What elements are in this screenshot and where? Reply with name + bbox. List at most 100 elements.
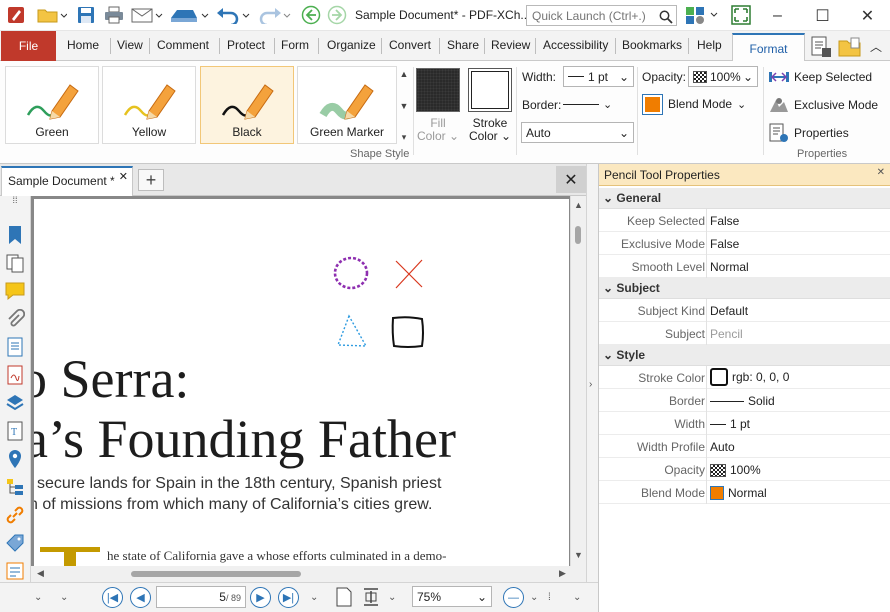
section-general[interactable]: ⌄ General — [599, 188, 890, 209]
vertical-scrollbar[interactable]: ▲ ▼ — [570, 196, 586, 566]
tab-file[interactable]: File — [1, 31, 56, 61]
tab-protect[interactable]: Protect — [227, 38, 265, 52]
polygon-annotation[interactable] — [334, 313, 370, 349]
next-page-button[interactable]: ▶ — [250, 587, 271, 608]
tab-format[interactable]: Format — [732, 33, 805, 62]
options-chevron-icon[interactable]: ⌄ — [60, 592, 68, 603]
tab-convert[interactable]: Convert — [389, 38, 431, 52]
tab-share[interactable]: Share — [447, 38, 479, 52]
prop-row-subject-kind[interactable]: Subject Kind Default — [599, 299, 890, 322]
prop-value[interactable]: Normal — [710, 260, 749, 274]
collapse-ribbon-icon[interactable]: ︿ — [870, 38, 886, 54]
print-icon[interactable] — [102, 4, 126, 26]
sidebar-collapse-icon[interactable]: ⁞⁞ — [4, 195, 26, 205]
circle-annotation[interactable] — [331, 254, 373, 294]
scan-icon[interactable] — [168, 4, 210, 26]
prop-row-width[interactable]: Width 1 pt — [599, 412, 890, 435]
undo-icon[interactable] — [214, 4, 254, 26]
document-list-icon[interactable] — [4, 336, 26, 358]
fill-color-swatch[interactable] — [416, 68, 460, 112]
prop-row-width-profile[interactable]: Width Profile Auto — [599, 435, 890, 458]
stroke-color-button[interactable]: Stroke Color ⌄ — [466, 117, 514, 143]
horizontal-scrollbar[interactable]: ◀ ▶ — [31, 566, 586, 582]
new-tab-button[interactable]: + — [138, 169, 164, 191]
fit-page-icon[interactable] — [362, 587, 380, 610]
content-icon[interactable]: T — [4, 420, 26, 442]
scroll-up-icon[interactable]: ▲ — [400, 69, 409, 79]
exclusive-mode-button[interactable]: Exclusive Mode — [768, 94, 886, 116]
comments-icon[interactable] — [4, 280, 26, 302]
destinations-icon[interactable] — [4, 448, 26, 470]
scroll-right-icon[interactable]: ▶ — [559, 568, 566, 579]
gallery-expand-icon[interactable]: ▾ — [402, 132, 407, 143]
zoom-slider-handle[interactable]: ⁞ — [548, 592, 551, 603]
tab-bookmarks[interactable]: Bookmarks — [622, 38, 682, 52]
bookmarks-icon[interactable] — [4, 224, 26, 246]
prop-row-exclusive-mode[interactable]: Exclusive Mode False — [599, 232, 890, 255]
tab-home[interactable]: Home — [67, 38, 99, 52]
last-page-button[interactable]: ▶| — [278, 587, 299, 608]
prop-row-stroke-color[interactable]: Stroke Color rgb: 0, 0, 0 — [599, 366, 890, 389]
previous-page-button[interactable]: ◀ — [130, 587, 151, 608]
prop-row-opacity[interactable]: Opacity 100% — [599, 458, 890, 481]
shape-style-green-marker[interactable]: Green Marker — [297, 66, 397, 144]
prop-value[interactable]: False — [710, 214, 739, 228]
prop-value[interactable]: Solid — [710, 394, 775, 408]
scroll-thumb[interactable] — [131, 571, 301, 577]
tab-comment[interactable]: Comment — [157, 38, 209, 52]
scroll-left-icon[interactable]: ◀ — [37, 568, 44, 579]
prop-value[interactable]: False — [710, 237, 739, 251]
thumbnails-icon[interactable] — [4, 252, 26, 274]
chevron-right-icon[interactable]: › — [589, 379, 592, 390]
open-folder-icon[interactable] — [34, 4, 70, 26]
fullscreen-icon[interactable] — [730, 4, 752, 26]
shape-style-scroll[interactable]: ▲ ▼ ▾ — [398, 69, 410, 143]
tab-form[interactable]: Form — [281, 38, 309, 52]
email-icon[interactable] — [130, 4, 164, 26]
app-logo-icon[interactable] — [4, 4, 28, 26]
scroll-thumb[interactable] — [575, 226, 581, 244]
document-viewport[interactable]: o Serra: a’s Founding Father secure land… — [31, 196, 570, 566]
options-chevron-icon[interactable]: ⌄ — [310, 592, 318, 603]
prop-value[interactable]: Auto — [710, 440, 735, 454]
close-panel-icon[interactable]: ✕ — [877, 167, 885, 178]
options-chevron-icon[interactable]: ⌄ — [388, 592, 396, 603]
open-folder-icon[interactable] — [838, 36, 862, 58]
opacity-dropdown[interactable]: 100% ⌄ — [688, 66, 758, 87]
tags-icon[interactable] — [4, 532, 26, 554]
line-mode-dropdown[interactable]: Auto ⌄ — [521, 122, 634, 143]
properties-button[interactable]: Properties — [768, 122, 878, 144]
quick-launch-input[interactable] — [526, 5, 677, 26]
close-window-button[interactable]: ✕ — [845, 0, 890, 31]
pencil-square-annotation[interactable] — [388, 313, 428, 351]
attachments-icon[interactable] — [4, 308, 26, 330]
form-fields-icon[interactable] — [4, 560, 26, 582]
blend-mode-button[interactable]: Blend Mode ⌄ — [642, 93, 754, 115]
minimize-button[interactable]: – — [755, 0, 800, 31]
section-subject[interactable]: ⌄ Subject — [599, 278, 890, 299]
prop-value[interactable]: Normal — [710, 486, 767, 500]
tab-accessibility[interactable]: Accessibility — [543, 38, 608, 52]
tab-view[interactable]: View — [117, 38, 143, 52]
redo-icon[interactable] — [254, 4, 294, 26]
zoom-out-button[interactable]: — — [503, 587, 524, 608]
scroll-down-icon[interactable]: ▼ — [574, 550, 583, 560]
tab-organize[interactable]: Organize — [327, 38, 376, 52]
prop-row-keep-selected[interactable]: Keep Selected False — [599, 209, 890, 232]
customize-toolbar-icon[interactable] — [684, 4, 724, 26]
panel-splitter[interactable]: › — [586, 164, 598, 582]
single-page-view-icon[interactable] — [336, 587, 352, 610]
scroll-down-icon[interactable]: ▼ — [400, 101, 409, 111]
border-style-dropdown[interactable]: ⌄ — [563, 94, 615, 114]
close-tab-icon[interactable]: ✕ — [119, 170, 128, 183]
shape-style-black[interactable]: Black — [200, 66, 294, 144]
close-document-button[interactable]: ✕ — [556, 166, 586, 193]
layers-icon[interactable] — [4, 392, 26, 414]
tab-help[interactable]: Help — [697, 38, 722, 52]
prop-value[interactable]: 1 pt — [710, 417, 750, 431]
prop-value[interactable]: Pencil — [710, 327, 743, 341]
scroll-up-icon[interactable]: ▲ — [574, 200, 583, 210]
stroke-color-swatch[interactable] — [468, 68, 512, 112]
options-chevron-icon[interactable]: ⌄ — [573, 592, 581, 603]
zoom-dropdown[interactable]: 75% ⌄ — [412, 586, 492, 607]
